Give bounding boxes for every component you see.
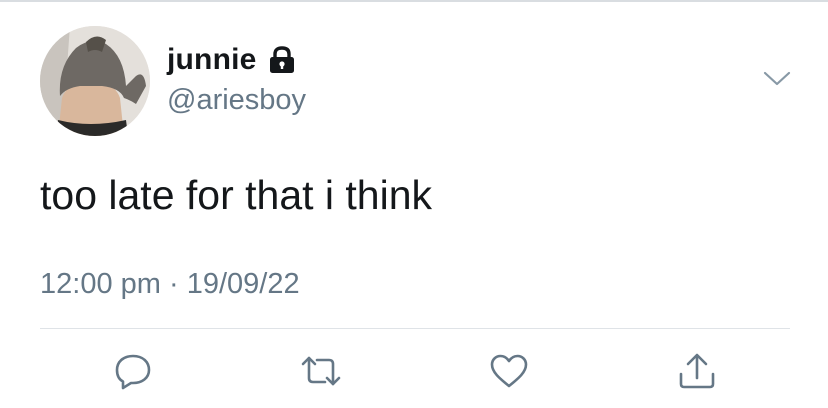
avatar[interactable] — [40, 26, 150, 136]
like-button[interactable] — [486, 350, 532, 392]
retweet-button[interactable] — [298, 350, 344, 392]
chevron-down-icon[interactable] — [760, 64, 794, 94]
share-icon — [679, 353, 715, 389]
lock-icon — [267, 46, 297, 74]
tweet-text: too late for that i think — [40, 172, 433, 218]
share-button[interactable] — [674, 350, 720, 392]
heart-icon — [490, 354, 528, 388]
meta-separator: · — [168, 268, 179, 300]
reply-button[interactable] — [110, 350, 156, 392]
retweet-icon — [301, 356, 341, 386]
reply-icon — [115, 354, 151, 390]
display-name-text: junnie — [167, 43, 257, 76]
divider — [40, 328, 790, 329]
top-border — [0, 0, 828, 2]
avatar-image — [40, 26, 150, 136]
tweet-timestamp[interactable]: 12:00 pm · 19/09/22 — [40, 266, 300, 302]
user-handle[interactable]: @ariesboy — [167, 83, 306, 117]
tweet-date: 19/09/22 — [186, 268, 300, 300]
tweet-time: 12:00 pm — [40, 268, 161, 300]
display-name[interactable]: junnie — [167, 42, 297, 78]
